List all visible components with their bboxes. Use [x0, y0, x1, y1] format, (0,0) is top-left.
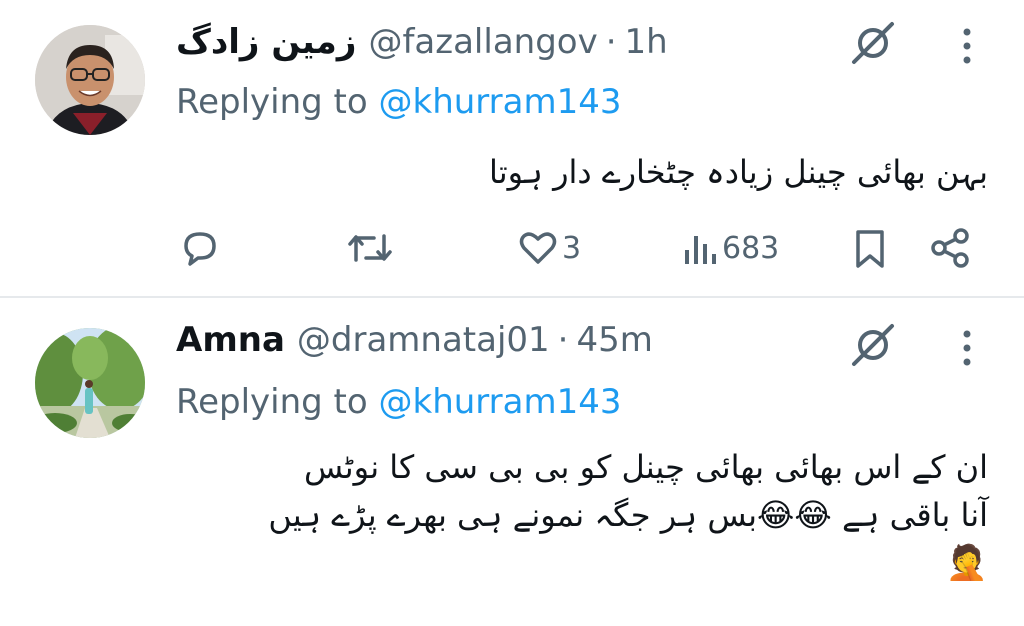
more-vertical-icon[interactable] — [955, 26, 979, 66]
view-count: 683 — [722, 230, 780, 266]
separator-dot: · — [557, 320, 569, 360]
separator-dot: · — [605, 22, 617, 62]
like-count: 3 — [562, 230, 582, 266]
action-bar: 3 683 — [0, 222, 1024, 274]
retweet-icon — [348, 234, 392, 262]
timestamp[interactable]: 45m — [576, 320, 652, 360]
tweet-text: ان کے اس بھائی بھائی چینل کو بی بی سی کا… — [168, 443, 988, 587]
avatar[interactable] — [35, 328, 145, 438]
share-button[interactable] — [928, 222, 972, 274]
tweet-1[interactable]: زمین زادگ @fazallangov · 1h Replying to … — [0, 0, 1024, 296]
reply-bubble-icon — [184, 232, 216, 266]
tweet-text-line-3: 🤦 — [945, 543, 988, 583]
grok-icon[interactable] — [848, 320, 898, 370]
display-name[interactable]: Amna — [176, 320, 285, 360]
views-bar-chart-icon — [685, 236, 716, 264]
retweet-button[interactable] — [346, 222, 394, 274]
replying-mention-link[interactable]: @khurram143 — [379, 82, 622, 122]
tweet-header: Amna @dramnataj01 · 45m — [176, 320, 653, 370]
replying-to: Replying to @khurram143 — [176, 382, 622, 422]
tweet-text: بہن بھائی چینل زیادہ چٹخارے دار ہوتا — [488, 153, 988, 191]
tweet-2[interactable]: Amna @dramnataj01 · 45m Replying to @khu… — [0, 298, 1024, 626]
reply-button[interactable] — [178, 222, 222, 274]
user-handle[interactable]: @dramnataj01 — [297, 320, 550, 360]
bookmark-icon — [856, 230, 884, 268]
avatar[interactable] — [35, 25, 145, 135]
bookmark-button[interactable] — [852, 222, 888, 274]
tweet-header: زمین زادگ @fazallangov · 1h — [176, 22, 668, 72]
replying-prefix: Replying to — [176, 82, 368, 122]
replying-to: Replying to @khurram143 — [176, 82, 622, 122]
user-handle[interactable]: @fazallangov — [368, 22, 597, 62]
tweet-text-line-2: آنا باقی ہے 😂😂بس ہر جگہ نمونے ہی بھرے پڑ… — [268, 496, 988, 534]
replying-prefix: Replying to — [176, 382, 368, 422]
views-button[interactable]: 683 — [682, 222, 779, 274]
like-button[interactable]: 3 — [518, 222, 581, 274]
tweet-text-line-1: ان کے اس بھائی بھائی چینل کو بی بی سی کا… — [303, 448, 988, 486]
display-name[interactable]: زمین زادگ — [176, 22, 356, 62]
more-vertical-icon[interactable] — [955, 328, 979, 368]
timestamp[interactable]: 1h — [625, 22, 668, 62]
grok-icon[interactable] — [848, 18, 898, 68]
share-icon — [931, 228, 969, 268]
heart-icon — [519, 232, 557, 264]
replying-mention-link[interactable]: @khurram143 — [379, 382, 622, 422]
